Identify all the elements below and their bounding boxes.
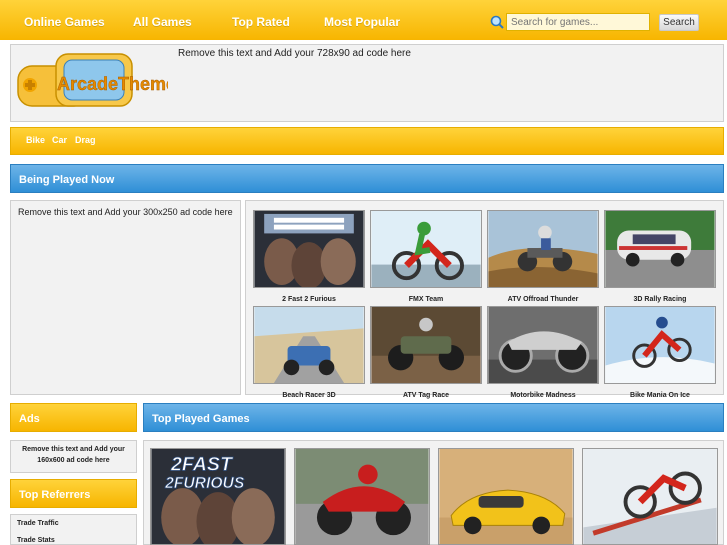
- game-title[interactable]: ATV Offroad Thunder: [487, 296, 599, 303]
- top-played-heading-bar: Top Played Games: [143, 403, 724, 432]
- top-referrers-heading-bar: Top Referrers: [10, 479, 137, 508]
- game-tile-atv-tag-race[interactable]: ATV Tag Race: [370, 306, 482, 399]
- game-title[interactable]: FMX Team: [370, 296, 482, 303]
- game-tile-3d-rally-racing[interactable]: 3D Rally Racing: [604, 210, 716, 303]
- game-tile-beach-racer-3d[interactable]: Beach Racer 3D: [253, 306, 365, 399]
- referrer-link-trade-stats[interactable]: Trade Stats: [17, 537, 55, 544]
- game-title[interactable]: Bike Mania On Ice: [604, 392, 716, 399]
- game-thumbnail[interactable]: [487, 306, 599, 384]
- game-thumbnail[interactable]: [370, 210, 482, 288]
- game-title[interactable]: Beach Racer 3D: [253, 392, 365, 399]
- header-ad-placeholder: Remove this text and Add your 728x90 ad …: [178, 48, 411, 59]
- game-title[interactable]: Motorbike Madness: [487, 392, 599, 399]
- top-played-thumbnail-3[interactable]: [438, 448, 574, 545]
- ad-300x250-box: Remove this text and Add your 300x250 ad…: [10, 200, 241, 395]
- game-thumbnail[interactable]: [604, 210, 716, 288]
- nav-online-games[interactable]: Online Games: [24, 15, 105, 29]
- game-thumbnail[interactable]: [487, 210, 599, 288]
- logo-text: ArcadeTheme: [57, 74, 168, 94]
- category-link-bike[interactable]: Bike: [26, 135, 45, 145]
- game-thumbnail[interactable]: [253, 306, 365, 384]
- ad-300x250-text: Remove this text and Add your 300x250 ad…: [18, 207, 233, 217]
- thumb-title-line-1: 2FAST: [170, 454, 234, 476]
- game-thumbnail[interactable]: [253, 210, 365, 289]
- game-tile-atv-offroad-thunder[interactable]: ATV Offroad Thunder: [487, 210, 599, 303]
- game-title[interactable]: 2 Fast 2 Furious: [253, 296, 365, 303]
- top-played-thumbnail-1[interactable]: 2FAST 2FURIOUS: [150, 448, 286, 545]
- game-thumbnail[interactable]: [370, 306, 482, 384]
- game-title[interactable]: ATV Tag Race: [370, 392, 482, 399]
- game-tile-bike-mania-on-ice[interactable]: Bike Mania On Ice: [604, 306, 716, 399]
- sidebar-ads-heading-bar: Ads: [10, 403, 137, 432]
- sidebar-ad-160x600-box: Remove this text and Add your 160x600 ad…: [10, 440, 137, 473]
- category-link-car[interactable]: Car: [52, 135, 67, 145]
- game-title[interactable]: 3D Rally Racing: [604, 296, 716, 303]
- top-played-heading: Top Played Games: [152, 413, 250, 425]
- nav-top-rated[interactable]: Top Rated: [232, 15, 290, 29]
- game-thumbnail[interactable]: [604, 306, 716, 384]
- category-bar: [10, 127, 724, 155]
- being-played-heading: Being Played Now: [19, 174, 115, 186]
- being-played-heading-bar: Being Played Now: [10, 164, 724, 193]
- top-referrers-heading: Top Referrers: [19, 489, 91, 501]
- thumb-title-line-2: 2FURIOUS: [164, 475, 245, 492]
- nav-most-popular[interactable]: Most Popular: [324, 15, 400, 29]
- top-played-thumbnail-4[interactable]: [582, 448, 718, 545]
- category-link-drag[interactable]: Drag: [75, 135, 96, 145]
- being-played-games-panel: 2 Fast 2 Furious FMX Team ATV Offroad Th…: [245, 200, 724, 399]
- search-icon: [490, 15, 504, 29]
- referrer-link-trade-traffic[interactable]: Trade Traffic: [17, 520, 59, 527]
- top-played-thumbnail-2[interactable]: [294, 448, 430, 545]
- site-logo[interactable]: ArcadeTheme: [16, 48, 168, 112]
- game-tile-motorbike-madness[interactable]: Motorbike Madness: [487, 306, 599, 399]
- search-input[interactable]: [506, 13, 650, 31]
- game-tile-2-fast-2-furious[interactable]: 2 Fast 2 Furious: [253, 210, 365, 303]
- search-button[interactable]: Search: [659, 14, 699, 31]
- sidebar-ads-heading: Ads: [19, 413, 40, 425]
- nav-all-games[interactable]: All Games: [133, 15, 192, 29]
- sidebar-ad-text: Remove this text and Add your 160x600 ad…: [22, 446, 125, 464]
- game-tile-fmx-team[interactable]: FMX Team: [370, 210, 482, 303]
